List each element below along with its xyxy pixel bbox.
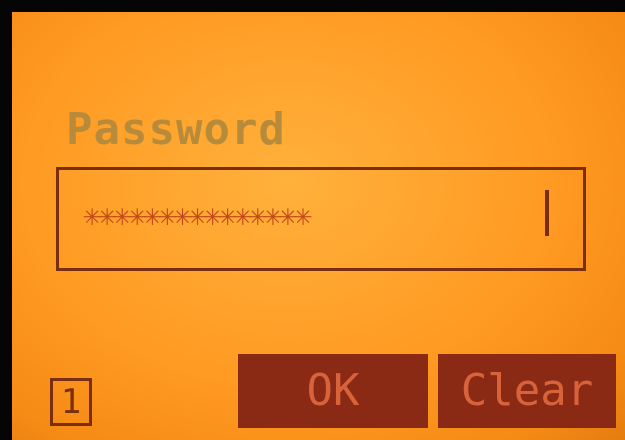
password-label: Password	[66, 104, 286, 155]
clear-button[interactable]: Clear	[438, 354, 616, 428]
password-mask: ✳✳✳✳✳✳✳✳✳✳✳✳✳✳✳	[83, 198, 312, 233]
device-bezel: Password ✳✳✳✳✳✳✳✳✳✳✳✳✳✳✳ 1 OK Clear	[0, 0, 625, 440]
lcd-screen: Password ✳✳✳✳✳✳✳✳✳✳✳✳✳✳✳ 1 OK Clear	[12, 12, 625, 440]
text-cursor	[545, 190, 549, 236]
ok-button[interactable]: OK	[238, 354, 428, 428]
password-field[interactable]: ✳✳✳✳✳✳✳✳✳✳✳✳✳✳✳	[56, 167, 586, 271]
input-mode-indicator: 1	[50, 378, 92, 426]
